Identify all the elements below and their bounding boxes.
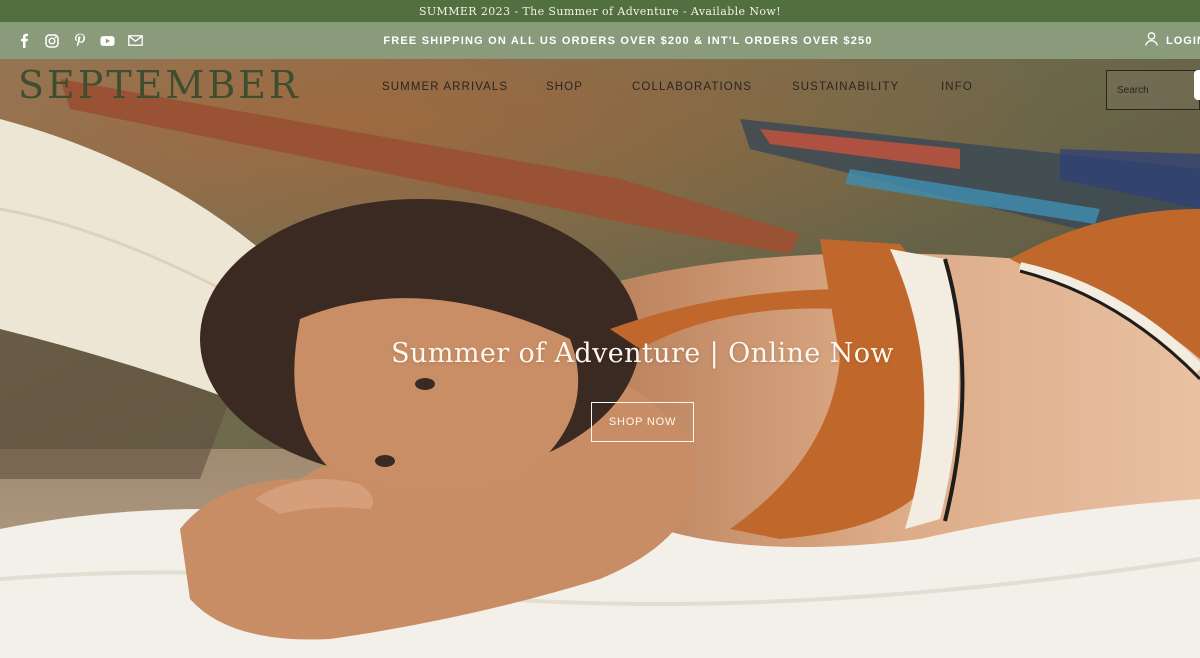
nav-shop[interactable]: SHOP: [546, 81, 632, 93]
nav-info[interactable]: INFO: [941, 81, 981, 93]
site-logo[interactable]: SEPTEMBER: [18, 66, 301, 104]
utility-bar: FREE SHIPPING ON ALL US ORDERS OVER $200…: [0, 22, 1200, 59]
search-placeholder: Search: [1117, 85, 1149, 96]
login-link[interactable]: LOGIN: [1145, 22, 1200, 59]
nav-sustainability[interactable]: SUSTAINABILITY: [792, 81, 941, 93]
promo-bar[interactable]: SUMMER 2023 - The Summer of Adventure - …: [0, 0, 1200, 22]
search-input[interactable]: Search: [1106, 70, 1200, 110]
promo-text[interactable]: SUMMER 2023 - The Summer of Adventure - …: [419, 5, 781, 18]
hero-headline: Summer of Adventure | Online Now: [391, 338, 894, 369]
nav-collaborations[interactable]: COLLABORATIONS: [632, 81, 792, 93]
shipping-notice: FREE SHIPPING ON ALL US ORDERS OVER $200…: [383, 34, 873, 47]
user-icon: [1145, 32, 1158, 49]
nav-summer-arrivals[interactable]: SUMMER ARRIVALS: [382, 81, 546, 93]
main-nav: SUMMER ARRIVALS SHOP COLLABORATIONS SUST…: [382, 81, 981, 93]
shop-now-button[interactable]: SHOP NOW: [591, 402, 694, 442]
login-label[interactable]: LOGIN: [1166, 35, 1200, 47]
search-button[interactable]: [1194, 70, 1200, 100]
